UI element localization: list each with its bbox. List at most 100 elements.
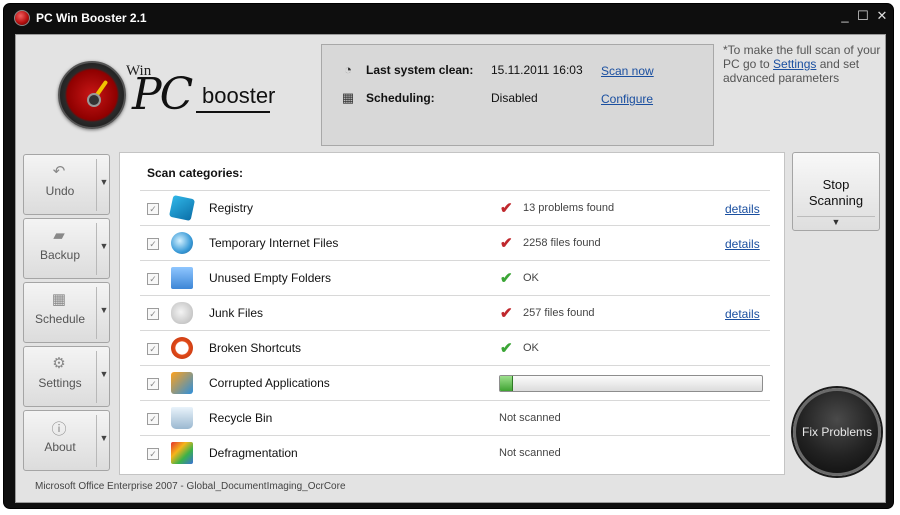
broken-shortcut-icon [171,337,193,359]
scan-row-junk-files: ✓ Junk Files ✔ 257 files found details [140,295,770,330]
fix-problems-button[interactable]: Fix Problems [793,388,881,476]
recycle-bin-icon [171,407,193,429]
stop-label-line1: Stop [822,177,850,192]
status-text: Not scanned [499,447,561,459]
status-footer: Microsoft Office Enterprise 2007 - Globa… [35,481,346,492]
title-bar[interactable]: PC Win Booster 2.1 _ ☐ ✕ [4,4,893,34]
chevron-down-icon[interactable]: ▼ [98,305,110,315]
sidebar-label: Backup [39,248,81,262]
sidebar-schedule-button[interactable]: ▦ Schedule ▼ [23,282,110,343]
category-checkbox[interactable]: ✓ [147,273,159,285]
details-link[interactable]: details [725,237,760,251]
status-text: OK [523,272,539,284]
scan-row-corrupted-applications: ✓ Corrupted Applications [140,365,770,400]
chevron-down-icon[interactable]: ▼ [98,433,110,443]
logo-underline [196,111,270,113]
system-info-panel: ◔ Last system clean: 15.11.2011 16:03 Sc… [321,44,714,146]
status-text: 257 files found [523,307,595,319]
calendar-icon: ▦ [341,90,355,105]
clock-icon: ◔ [344,62,352,77]
minimize-button[interactable]: _ [836,8,854,23]
app-window: PC Win Booster 2.1 _ ☐ ✕ Win PC booster … [3,3,894,509]
category-label: Junk Files [209,306,264,320]
sidebar-about-button[interactable]: ⓘ About ▼ [23,410,110,471]
settings-hint: *To make the full scan of your PC go to … [723,43,881,85]
stop-dropdown-arrow-icon[interactable]: ▼ [793,217,879,227]
sidebar-undo-button[interactable]: ↶ Undo ▼ [23,154,110,215]
stop-scanning-button[interactable]: Stop Scanning ▼ [792,152,880,231]
chevron-down-icon[interactable]: ▼ [98,241,110,251]
chevron-down-icon[interactable]: ▼ [98,369,110,379]
app-logo-icon [14,10,30,26]
ok-check-icon: ✔ [500,270,513,287]
scan-row-temporary-internet-files: ✓ Temporary Internet Files ✔ 2258 files fou… [140,225,770,260]
stop-label-line2: Scanning [808,193,864,208]
sidebar-backup-button[interactable]: ▰ Backup ▼ [23,218,110,279]
client-area: Win PC booster ◔ Last system clean: 15.1… [15,34,886,503]
category-label: Registry [209,201,254,215]
schedule-icon: ▦ [51,291,67,308]
category-label: Recycle Bin [209,411,273,425]
problem-check-icon: ✔ [500,305,513,322]
maximize-button[interactable]: ☐ [854,8,872,24]
scan-progress-bar [499,375,763,392]
scan-category-list: ✓ Registry ✔ 13 problems found details ✓ Tempo… [140,190,770,470]
progress-fill [500,376,514,391]
scan-categories-panel: Scan categories: ✓ Registry ✔ 13 problems f… [119,152,785,475]
internet-files-icon [171,232,193,254]
window-title: PC Win Booster 2.1 [36,11,147,25]
speedometer-icon [58,61,126,129]
sidebar-label: Schedule [34,312,86,326]
category-label: Unused Empty Folders [209,271,332,285]
logo-pc-text: PC [132,69,193,120]
category-label: Broken Shortcuts [209,341,302,355]
sidebar-settings-button[interactable]: ⚙ Settings ▼ [23,346,110,407]
last-clean-label: Last system clean: [366,63,474,77]
chevron-down-icon[interactable]: ▼ [98,177,110,187]
sidebar-label: About [44,440,76,454]
category-checkbox[interactable]: ✓ [147,448,159,460]
category-label: Corrupted Applications [209,376,330,390]
scan-row-broken-shortcuts: ✓ Broken Shortcuts ✔ OK [140,330,770,365]
configure-link[interactable]: Configure [601,92,653,106]
logo-booster-text: booster [202,83,276,108]
category-checkbox[interactable]: ✓ [147,203,159,215]
registry-icon [168,194,196,222]
status-text: OK [523,342,539,354]
status-text: 13 problems found [523,202,615,214]
sidebar-label: Undo [45,184,75,198]
undo-icon: ↶ [52,163,66,180]
settings-link[interactable]: Settings [773,57,816,71]
last-clean-row: ◔ Last system clean: 15.11.2011 16:03 Sc… [340,62,710,80]
about-icon: ⓘ [51,421,67,438]
status-text: Not scanned [499,412,561,424]
ok-check-icon: ✔ [500,340,513,357]
close-button[interactable]: ✕ [873,8,891,24]
details-link[interactable]: details [725,202,760,216]
scan-row-defragmentation: ✓ Defragmentation Not scanned [140,435,770,470]
pc-booster-logo: Win PC booster [56,57,296,137]
fix-problems-label: Fix Problems [801,425,872,439]
backup-icon: ▰ [53,227,65,244]
scan-now-link[interactable]: Scan now [601,64,654,78]
scan-categories-title: Scan categories: [147,166,244,180]
scheduling-label: Scheduling: [366,91,435,105]
category-checkbox[interactable]: ✓ [147,308,159,320]
scan-row-unused-empty-folders: ✓ Unused Empty Folders ✔ OK [140,260,770,295]
category-checkbox[interactable]: ✓ [147,238,159,250]
scan-row-registry: ✓ Registry ✔ 13 problems found details [140,190,770,225]
category-label: Temporary Internet Files [209,236,339,250]
scan-row-recycle-bin: ✓ Recycle Bin Not scanned [140,400,770,435]
sidebar-label: Settings [38,376,82,390]
category-checkbox[interactable]: ✓ [147,378,159,390]
status-text: 2258 files found [523,237,601,249]
details-link[interactable]: details [725,307,760,321]
problem-check-icon: ✔ [500,200,513,217]
last-clean-value: 15.11.2011 16:03 [491,63,583,77]
settings-icon: ⚙ [52,355,66,372]
category-checkbox[interactable]: ✓ [147,413,159,425]
corrupted-apps-icon [171,372,193,394]
folder-warning-icon [171,267,193,289]
category-checkbox[interactable]: ✓ [147,343,159,355]
junk-files-icon [171,302,193,324]
